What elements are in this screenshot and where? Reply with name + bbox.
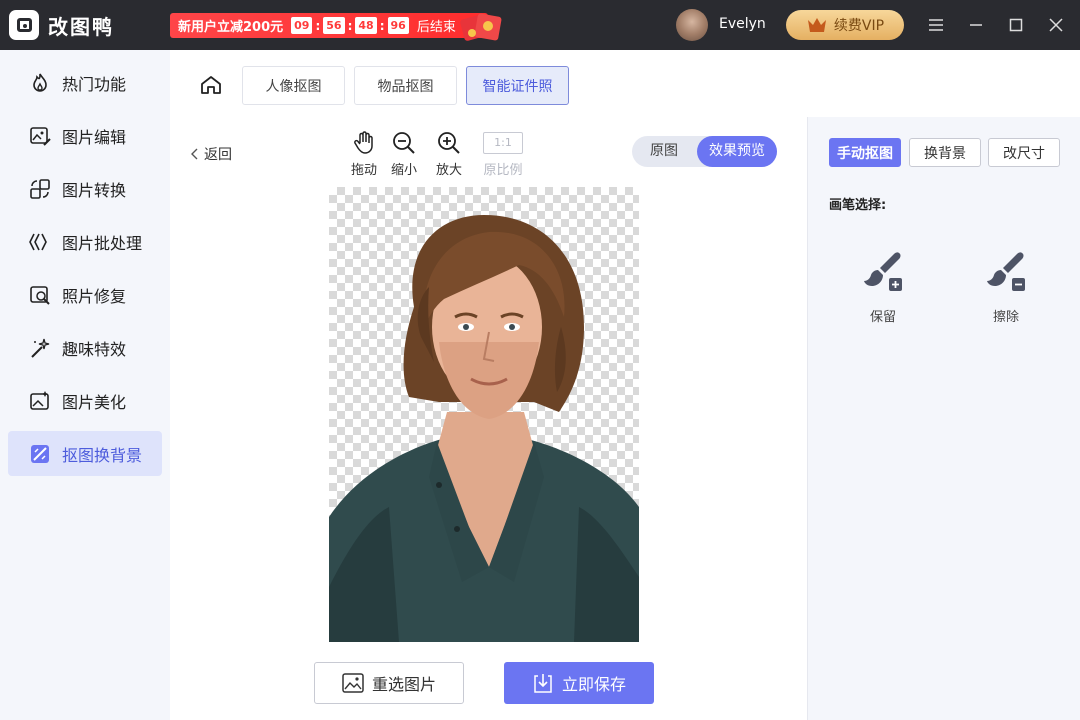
cutout-icon	[28, 442, 52, 466]
brush-plus-icon	[853, 250, 913, 294]
zoom-out-icon	[384, 131, 424, 155]
maximize-icon[interactable]	[1005, 14, 1027, 36]
photo-repair-icon	[28, 283, 52, 307]
zoom-out-tool[interactable]: 缩小	[384, 131, 424, 178]
reselect-image-button[interactable]: 重选图片	[314, 662, 464, 704]
image-beautify-icon	[28, 389, 52, 413]
zoom-in-label: 放大	[435, 163, 462, 178]
app-logo-icon	[9, 10, 39, 40]
home-icon[interactable]	[200, 75, 222, 99]
sidebar-item-image-convert[interactable]: 图片转换	[8, 166, 162, 211]
tab-change-background[interactable]: 换背景	[909, 138, 981, 167]
sidebar-item-label: 抠图换背景	[62, 445, 143, 465]
original-ratio-tool[interactable]: 1:1 原比例	[481, 131, 525, 178]
sidebar-item-batch[interactable]: 图片批处理	[8, 219, 162, 264]
sidebar-item-photo-repair[interactable]: 照片修复	[8, 272, 162, 317]
zoom-out-label: 缩小	[390, 163, 417, 178]
sidebar: 热门功能 图片编辑 图片转换 图片批处理 照片修复 趣味特效 图片美化 抠图换背…	[0, 50, 170, 720]
username[interactable]: Evelyn	[719, 16, 766, 32]
avatar[interactable]	[676, 9, 708, 41]
brush-erase-label: 擦除	[992, 310, 1019, 325]
editor-canvas: 返回 拖动 缩小 放大 1:1 原比例 原图 效果预览 重选图片 立即保存	[170, 117, 807, 720]
view-toggle: 原图 效果预览	[632, 136, 777, 167]
crown-icon	[807, 18, 826, 32]
sidebar-item-label: 图片批处理	[62, 233, 143, 253]
image-edit-icon	[28, 124, 52, 148]
countdown-seconds: 48	[355, 17, 377, 34]
tab-resize[interactable]: 改尺寸	[988, 138, 1060, 167]
sidebar-item-label: 照片修复	[62, 286, 127, 306]
portrait-image	[329, 215, 639, 642]
sidebar-item-beautify[interactable]: 图片美化	[8, 378, 162, 423]
sidebar-item-label: 趣味特效	[62, 339, 127, 359]
tab-portrait-cutout[interactable]: 人像抠图	[242, 66, 345, 105]
sidebar-item-cutout[interactable]: 抠图换背景	[8, 431, 162, 476]
renew-vip-button[interactable]: 续费VIP	[786, 10, 904, 40]
preview-view-option[interactable]: 效果预览	[697, 136, 777, 167]
tab-object-cutout[interactable]: 物品抠图	[354, 66, 457, 105]
sidebar-item-fun-effects[interactable]: 趣味特效	[8, 325, 162, 370]
title-bar: 改图鸭 新用户立减200元 09: 56: 48: 96 后结束 Evelyn …	[0, 0, 1080, 50]
sidebar-item-label: 图片转换	[62, 180, 127, 200]
brush-erase-button[interactable]: 擦除	[976, 250, 1036, 325]
tab-manual-cutout[interactable]: 手动抠图	[829, 138, 901, 167]
chevron-left-icon	[191, 148, 198, 160]
menu-icon[interactable]	[925, 14, 947, 36]
ratio-label: 原比例	[483, 163, 523, 178]
back-label: 返回	[204, 147, 232, 163]
countdown-ms: 96	[387, 17, 409, 34]
close-icon[interactable]	[1045, 14, 1067, 36]
promo-banner[interactable]: 新用户立减200元 09: 56: 48: 96 后结束	[170, 13, 488, 38]
sidebar-item-label: 图片编辑	[62, 127, 127, 147]
brush-keep-button[interactable]: 保留	[853, 250, 913, 325]
image-icon	[342, 673, 364, 693]
convert-icon	[28, 177, 52, 201]
original-view-option[interactable]: 原图	[632, 136, 696, 167]
countdown-hours: 09	[291, 17, 313, 34]
brush-minus-icon	[976, 250, 1036, 294]
hand-icon	[344, 131, 384, 155]
sidebar-item-label: 热门功能	[62, 74, 127, 94]
minimize-icon[interactable]	[965, 14, 987, 36]
promo-suffix: 后结束	[416, 20, 456, 35]
zoom-in-icon	[429, 131, 469, 155]
sidebar-item-hot[interactable]: 热门功能	[8, 60, 162, 105]
right-panel: 手动抠图 换背景 改尺寸 画笔选择: 保留 擦除	[808, 117, 1080, 720]
drag-label: 拖动	[350, 163, 377, 178]
batch-icon	[28, 230, 52, 254]
image-preview[interactable]	[329, 187, 639, 642]
brush-keep-label: 保留	[869, 310, 896, 325]
fire-icon	[28, 71, 52, 95]
sidebar-item-label: 图片美化	[62, 392, 127, 412]
save-label: 立即保存	[561, 675, 626, 694]
vip-label: 续费VIP	[833, 18, 885, 34]
ratio-icon: 1:1	[483, 132, 523, 154]
sidebar-item-image-edit[interactable]: 图片编辑	[8, 113, 162, 158]
tab-id-photo[interactable]: 智能证件照	[466, 66, 569, 105]
brush-selection-label: 画笔选择:	[829, 198, 887, 213]
magic-wand-icon	[28, 336, 52, 360]
red-envelope-icon	[460, 13, 502, 41]
promo-text: 新用户立减200元	[178, 20, 284, 35]
reselect-label: 重选图片	[371, 675, 436, 694]
save-now-button[interactable]: 立即保存	[504, 662, 654, 704]
app-title: 改图鸭	[48, 15, 114, 39]
drag-tool[interactable]: 拖动	[344, 131, 384, 178]
countdown-minutes: 56	[323, 17, 345, 34]
back-button[interactable]: 返回	[190, 144, 232, 164]
zoom-in-tool[interactable]: 放大	[429, 131, 469, 178]
download-icon	[534, 674, 552, 693]
feature-tabs-bar: 人像抠图 物品抠图 智能证件照	[170, 50, 1080, 117]
